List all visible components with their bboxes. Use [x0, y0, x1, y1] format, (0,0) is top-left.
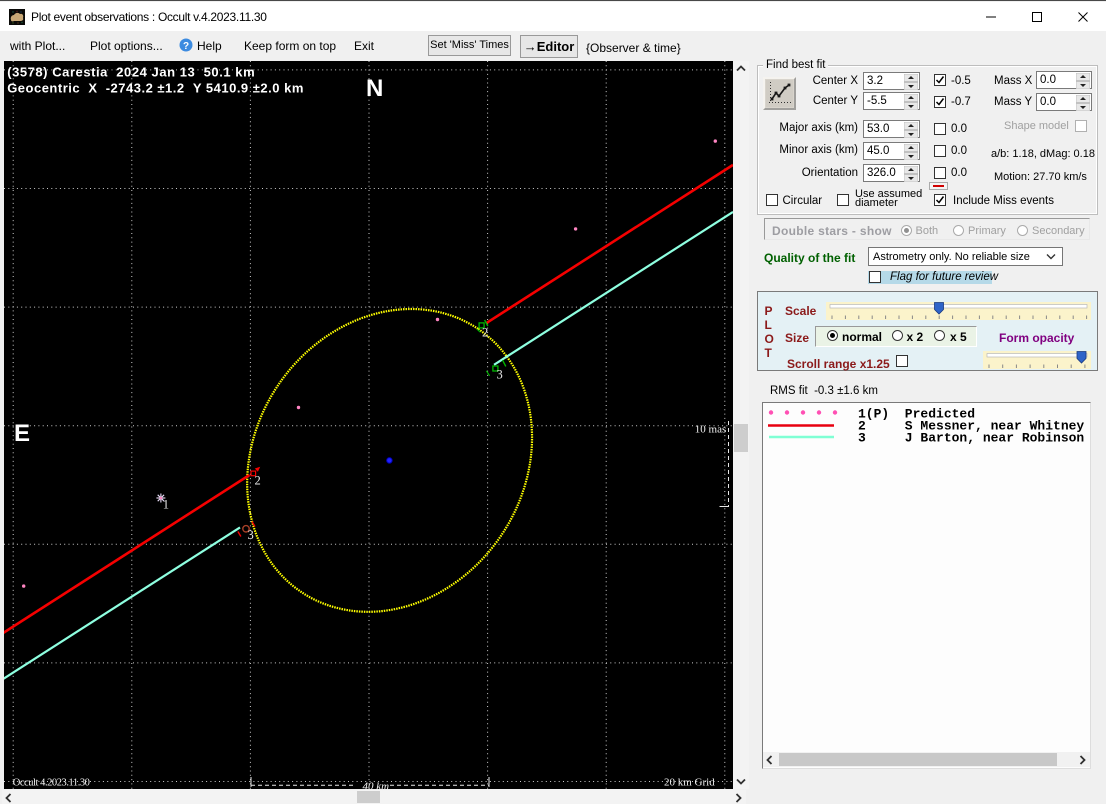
svg-text:10 mas: 10 mas [695, 423, 726, 435]
svg-text:Occult 4.2023.11.30: Occult 4.2023.11.30 [13, 777, 90, 788]
svg-text:E: E [14, 420, 30, 447]
svg-text:3: 3 [248, 528, 254, 542]
svg-text:3 J Barton, near Robinson: 3 J Barton, near Robinson [858, 431, 1084, 446]
svg-text:3: 3 [497, 368, 503, 382]
svg-text:20 km Grid: 20 km Grid [664, 776, 715, 788]
svg-text:1: 1 [163, 498, 169, 512]
svg-text:?: ? [183, 41, 189, 52]
svg-text:(3578) Carestia 2024 Jan 13: (3578) Carestia 2024 Jan 13 50.1 km [7, 64, 255, 79]
svg-text:Geocentric X -2743.2 ±1.2 Y: Geocentric X -2743.2 ±1.2 Y 5410.9 ±2.0 … [7, 80, 304, 95]
svg-text:N: N [366, 75, 383, 102]
svg-text:2: 2 [482, 326, 488, 340]
svg-text:2: 2 [255, 474, 261, 488]
svg-text:40 km: 40 km [363, 781, 390, 790]
